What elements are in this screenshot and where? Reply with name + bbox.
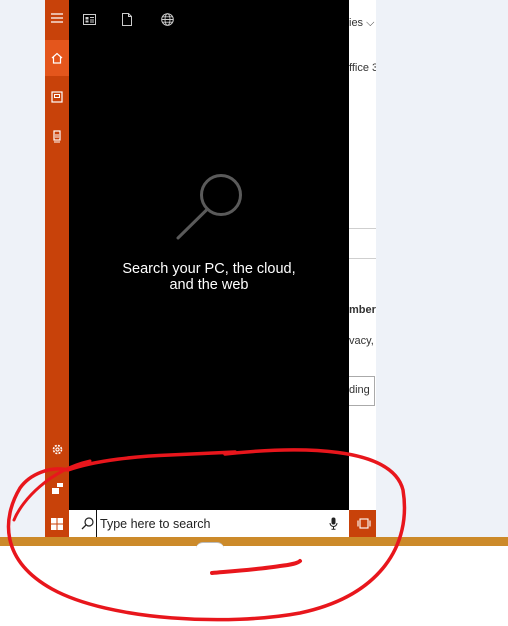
red-circle-annotation	[6, 448, 407, 622]
